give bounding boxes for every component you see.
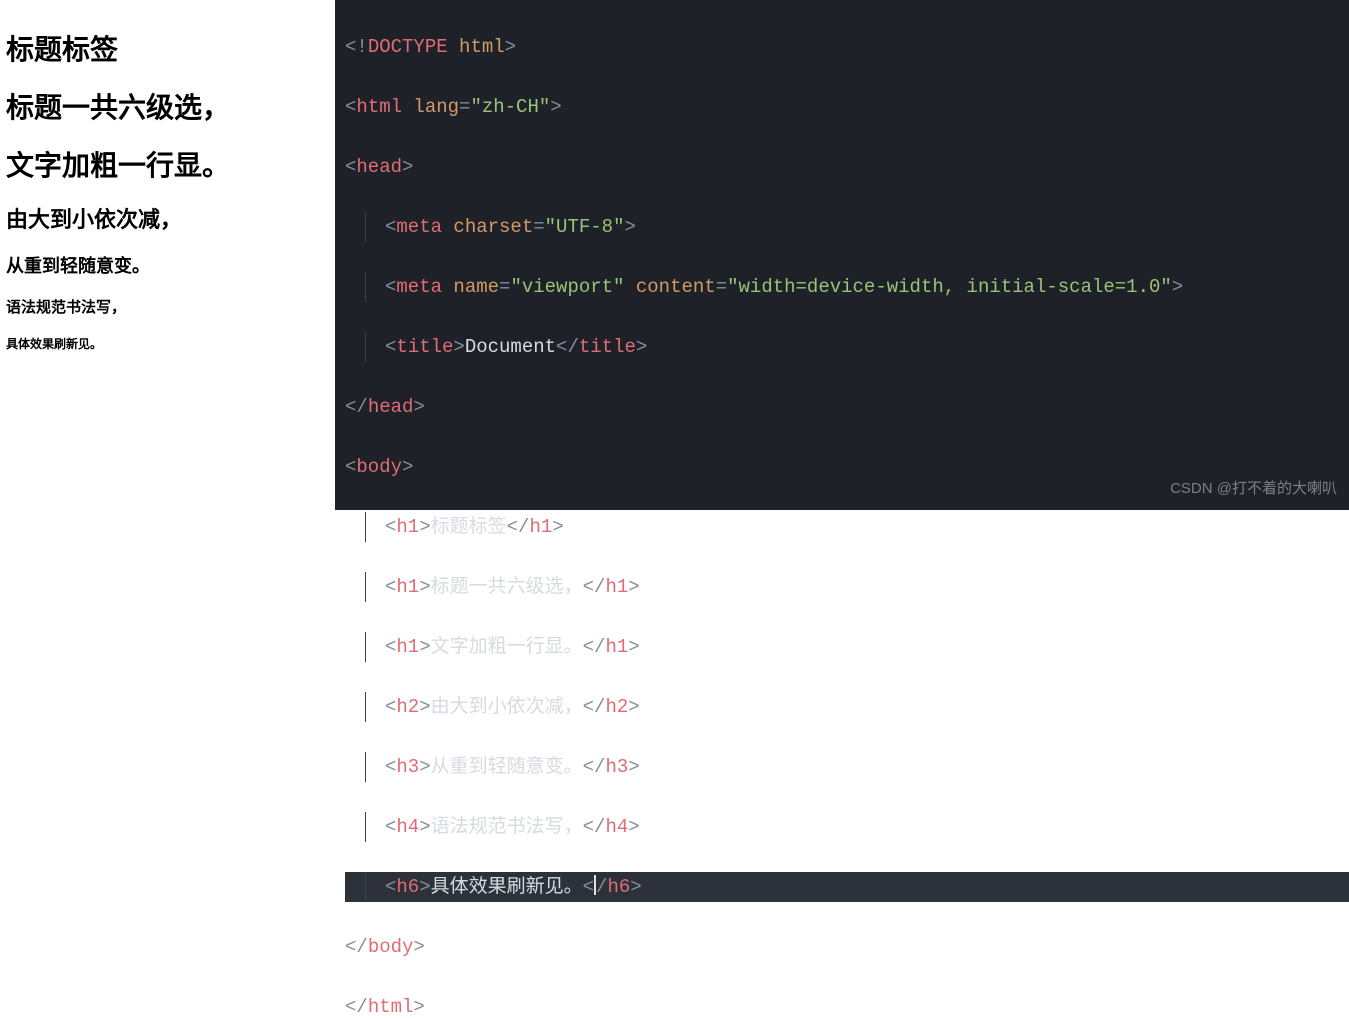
code-line[interactable]: <h1>标题一共六级选，</h1> [345,572,1349,602]
code-editor[interactable]: <!DOCTYPE html> <html lang="zh-CH"> <hea… [335,0,1349,510]
code-line[interactable]: </head> [345,392,1349,422]
code-line[interactable]: <html lang="zh-CH"> [345,92,1349,122]
code-line[interactable]: <!DOCTYPE html> [345,32,1349,62]
code-line[interactable]: </body> [345,932,1349,962]
code-line[interactable]: <meta name="viewport" content="width=dev… [345,272,1349,302]
preview-h4: 语法规范书法写， [6,296,329,317]
preview-h6: 具体效果刷新见。 [6,335,329,352]
browser-preview-pane: 标题标签 标题一共六级选， 文字加粗一行显。 由大到小依次减， 从重到轻随意变。… [0,0,335,510]
preview-h1: 标题一共六级选， [6,86,329,126]
code-line[interactable]: <title>Document</title> [345,332,1349,362]
preview-h3: 从重到轻随意变。 [6,252,329,278]
preview-h1: 文字加粗一行显。 [6,144,329,184]
code-line[interactable]: <head> [345,152,1349,182]
code-line[interactable]: <h1>文字加粗一行显。</h1> [345,632,1349,662]
watermark-text: CSDN @打不着的大喇叭 [1170,474,1337,504]
code-line-active[interactable]: <h6>具体效果刷新见。</h6> [345,872,1349,902]
code-line[interactable]: </html> [345,992,1349,1020]
code-line[interactable]: <h2>由大到小依次减，</h2> [345,692,1349,722]
preview-h1: 标题标签 [6,28,329,68]
preview-h2: 由大到小依次减， [6,202,329,234]
code-line[interactable]: <meta charset="UTF-8"> [345,212,1349,242]
code-line[interactable]: <h4>语法规范书法写，</h4> [345,812,1349,842]
code-line[interactable]: <h3>从重到轻随意变。</h3> [345,752,1349,782]
code-line[interactable]: <h1>标题标签</h1> [345,512,1349,542]
